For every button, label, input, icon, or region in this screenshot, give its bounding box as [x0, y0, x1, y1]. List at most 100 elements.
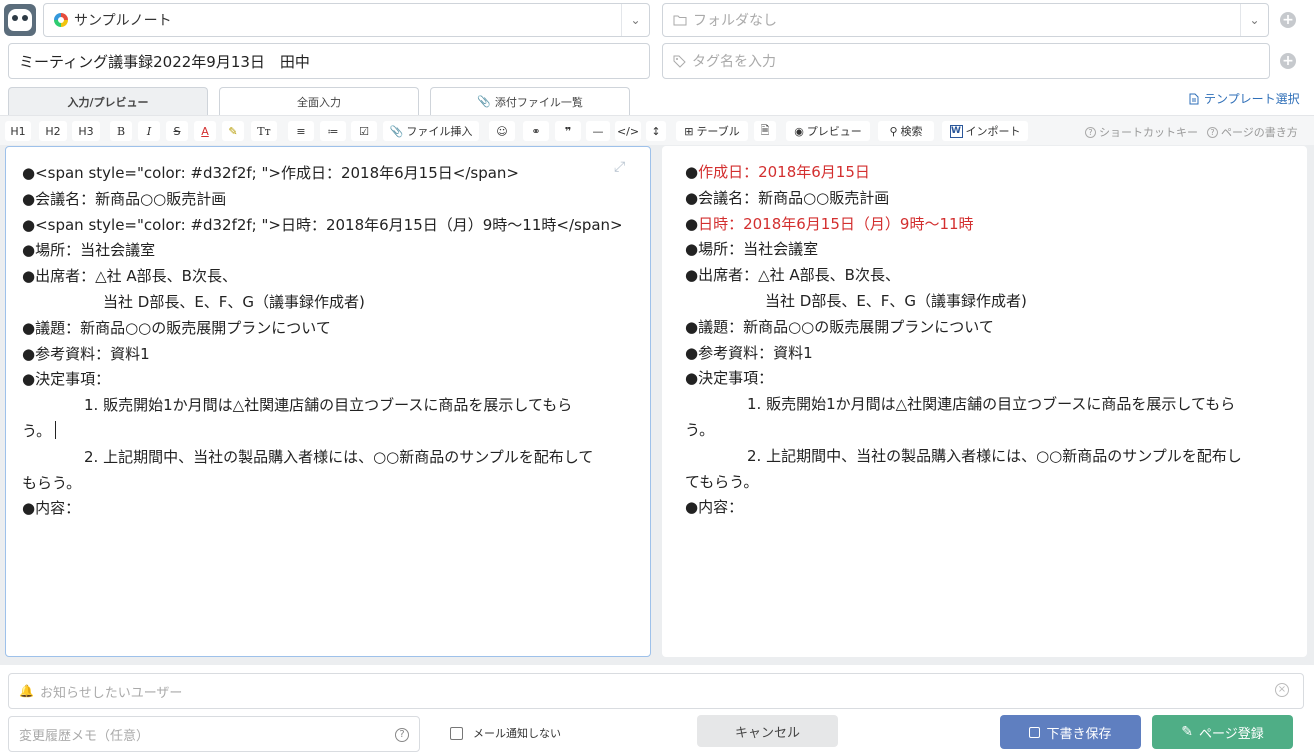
change-memo-input[interactable]: 変更履歴メモ（任意） ? — [8, 716, 420, 752]
preview-line: ●内容： — [685, 498, 744, 517]
add-tag-icon[interactable]: + — [1280, 53, 1296, 69]
preview-line: ●場所：当社会議室 — [685, 240, 819, 259]
preview-line: てもらう。 — [685, 472, 759, 491]
no-mail-checkbox[interactable] — [450, 726, 463, 740]
preview-line: 当社 D部長、E、F、G（議事録作成者) — [765, 291, 1027, 310]
code-button[interactable]: </> — [615, 121, 641, 141]
notify-users-input[interactable]: 🔔 お知らせしたいユーザー × — [8, 673, 1304, 709]
search-button[interactable]: ⚲ 検索 — [878, 121, 934, 141]
save-draft-button[interactable]: 下書き保存 — [1000, 715, 1141, 749]
title-input[interactable]: ミーティング議事録2022年9月13日 田中 — [8, 43, 650, 79]
shortcut-label: ショートカットキー — [1099, 126, 1198, 139]
editor-line: 1. 販売開始1か月間は△社関連店舗の目立つブースに商品を展示してもら — [84, 396, 573, 415]
file-insert-button[interactable]: 📎 ファイル挿入 — [383, 121, 479, 141]
text-color-button[interactable]: A — [194, 121, 216, 141]
editor-line: ●決定事項： — [22, 370, 111, 389]
tab-label: 全面入力 — [297, 95, 341, 109]
word-icon: W — [949, 124, 963, 138]
bullet: ● — [685, 214, 699, 233]
preview-line: ●会議名：新商品○○販売計画 — [685, 188, 890, 207]
font-size-button[interactable]: Tт — [251, 121, 277, 141]
bullet: ● — [685, 163, 699, 181]
preview-button[interactable]: ◉ プレビュー — [786, 121, 870, 141]
preview-red-text: 作成日：2018年6月15日 — [698, 163, 870, 181]
shortcut-help-link[interactable]: ? ショートカットキー — [1085, 124, 1198, 140]
template-select-link[interactable]: テンプレート選択 — [1189, 90, 1300, 107]
markdown-editor[interactable]: ⤢ ●<span style="color: #d32f2f; ">作成日：20… — [5, 146, 651, 657]
tab-label: 添付ファイル一覧 — [494, 95, 583, 109]
help-icon: ? — [1207, 126, 1218, 138]
expand-icon[interactable]: ⤢ — [614, 159, 630, 175]
numbered-list-icon[interactable]: ≔ — [320, 121, 346, 141]
italic-button[interactable]: I — [138, 121, 160, 141]
draft-label: 下書き保存 — [1046, 726, 1112, 742]
editor-line: もらう。 — [22, 473, 82, 492]
notify-placeholder: お知らせしたいユーザー — [39, 685, 183, 701]
preview-line: 2. 上記期間中、当社の製品購入者様には、○○新商品のサンプルを配布し — [747, 446, 1242, 465]
notebook-select[interactable]: サンプルノート ⌄ — [43, 3, 650, 37]
preview-line: ●決定事項： — [685, 369, 774, 388]
tab-attachments[interactable]: 📎 添付ファイル一覧 — [430, 87, 630, 115]
editor-line: ●参考資料：資料1 — [22, 344, 150, 363]
h2-button[interactable]: H2 — [39, 121, 67, 141]
link-icon[interactable]: ⚭ — [523, 121, 549, 141]
editor-toolbar: H1 H2 H3 B I S A ✎ Tт ≡ ≔ ☑ 📎 ファイル挿入 ☺ ⚭… — [0, 115, 1314, 145]
editor-line: ●出席者：△社 A部長、B次長、 — [22, 267, 237, 286]
tab-full-input[interactable]: 全面入力 — [219, 87, 419, 115]
editor-line-text: う。 — [22, 421, 52, 440]
add-folder-icon[interactable]: + — [1280, 12, 1296, 28]
editor-line: ●内容： — [22, 499, 81, 518]
preview-red-text: 日時：2018年6月15日（月）9時〜11時 — [698, 214, 974, 233]
save-icon — [1029, 726, 1041, 738]
horizontal-rule-button[interactable]: — — [586, 121, 610, 141]
tab-input-preview[interactable]: 入力/プレビュー — [8, 87, 208, 115]
paperclip-icon: 📎 — [477, 95, 491, 108]
preview-line: ●議題：新商品○○の販売展開プランについて — [685, 317, 994, 336]
editor-line: 当社 D部長、E、F、G（議事録作成者) — [103, 292, 365, 311]
editor-line: ●議題：新商品○○の販売展開プランについて — [22, 318, 331, 337]
bold-button[interactable]: B — [110, 121, 132, 141]
line-height-button[interactable]: ↕ — [646, 121, 666, 141]
tag-placeholder: タグ名を入力 — [692, 54, 776, 70]
howto-help-link[interactable]: ? ページの書き方 — [1207, 124, 1298, 140]
emoji-icon[interactable]: ☺ — [489, 121, 515, 141]
folder-placeholder: フォルダなし — [693, 13, 777, 29]
template-link-label: テンプレート選択 — [1204, 92, 1300, 106]
folder-select[interactable]: フォルダなし ⌄ — [662, 3, 1269, 37]
title-text: ミーティング議事録2022年9月13日 田中 — [19, 52, 310, 71]
chevron-down-icon[interactable]: ⌄ — [621, 4, 649, 36]
import-label: インポート — [965, 125, 1021, 138]
no-mail-checkbox-group[interactable]: メール通知しない — [450, 725, 561, 741]
bullet-list-icon[interactable]: ≡ — [288, 121, 314, 141]
chevron-down-icon[interactable]: ⌄ — [1240, 4, 1268, 36]
tag-input[interactable]: タグ名を入力 — [662, 43, 1270, 79]
app-logo-icon — [4, 4, 36, 36]
quote-button[interactable]: ❞ — [555, 121, 581, 141]
editor-line: 2. 上記期間中、当社の製品購入者様には、○○新商品のサンプルを配布して — [84, 447, 594, 466]
eye-icon: ◉ — [794, 124, 804, 138]
checklist-icon[interactable]: ☑ — [351, 121, 377, 141]
h1-button[interactable]: H1 — [5, 121, 31, 141]
document-check-icon[interactable]: 🗎 — [754, 121, 776, 141]
register-label: ページ登録 — [1198, 726, 1264, 742]
editor-line: ●会議名：新商品○○販売計画 — [22, 189, 227, 208]
highlight-button[interactable]: ✎ — [222, 121, 244, 141]
document-icon — [1189, 93, 1199, 104]
import-button[interactable]: W インポート — [942, 121, 1028, 141]
preview-line: う。 — [685, 420, 715, 439]
preview-line: ●出席者：△社 A部長、B次長、 — [685, 266, 900, 285]
memo-placeholder: 変更履歴メモ（任意） — [19, 728, 150, 744]
preview-line: 1. 販売開始1か月間は△社関連店舗の目立つブースに商品を展示してもら — [747, 395, 1236, 414]
preview-line: ●作成日：2018年6月15日 — [685, 160, 1307, 186]
notebook-label: サンプルノート — [74, 13, 172, 29]
editor-line: ●場所：当社会議室 — [22, 241, 156, 260]
clear-icon[interactable]: × — [1275, 683, 1289, 697]
table-button[interactable]: ⊞ テーブル — [676, 121, 748, 141]
cancel-button[interactable]: キャンセル — [697, 715, 838, 747]
strikethrough-button[interactable]: S — [166, 121, 188, 141]
h3-button[interactable]: H3 — [72, 121, 100, 141]
search-icon: ⚲ — [889, 124, 898, 138]
help-icon[interactable]: ? — [395, 728, 409, 742]
register-page-button[interactable]: ✎ ページ登録 — [1152, 715, 1293, 749]
notebook-ring-icon — [54, 13, 68, 27]
